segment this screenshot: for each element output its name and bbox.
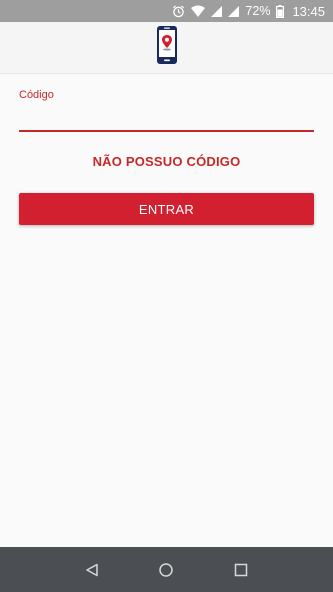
wifi-icon: [191, 5, 206, 17]
signal-icon: [211, 5, 223, 17]
app-bar: [0, 22, 333, 74]
alarm-icon: [172, 4, 185, 18]
code-input[interactable]: [19, 106, 314, 132]
clock: 13:45: [292, 3, 325, 19]
recents-square-icon[interactable]: [226, 555, 256, 585]
battery-percentage: 72%: [245, 4, 271, 18]
home-circle-icon[interactable]: [151, 555, 181, 585]
phone-location-pin-icon: [156, 25, 178, 70]
signal-icon: [228, 5, 240, 17]
battery-icon: [276, 4, 285, 18]
enter-button[interactable]: ENTRAR: [19, 193, 314, 225]
no-code-link[interactable]: NÃO POSSUO CÓDIGO: [0, 154, 333, 169]
back-triangle-icon[interactable]: [77, 555, 107, 585]
navigation-bar: [0, 547, 333, 592]
code-field-label: Código: [19, 89, 54, 101]
status-bar: 72% 13:45: [0, 0, 333, 22]
